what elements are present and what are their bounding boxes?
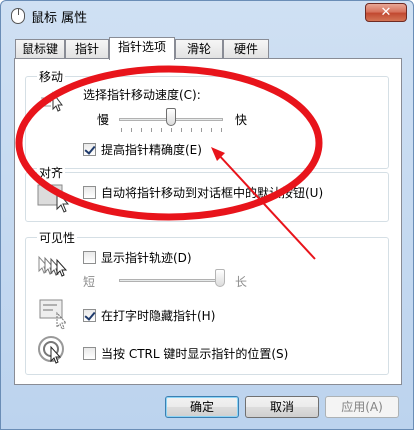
show-location-label[interactable]: 当按 CTRL 键时显示指针的位置(S) (101, 345, 288, 362)
mouse-icon (11, 8, 25, 24)
short-label: 短 (83, 275, 96, 289)
hide-while-typing-checkbox[interactable] (83, 309, 96, 322)
trails-label[interactable]: 显示指针轨迹(D) (101, 249, 192, 266)
tick (151, 128, 152, 132)
trails-slider-track[interactable] (119, 279, 223, 282)
tick (191, 128, 192, 132)
speed-label: 选择指针移动速度(C): (83, 88, 201, 102)
slow-label: 慢 (97, 113, 110, 127)
snap-checkbox[interactable] (83, 186, 96, 199)
show-location-icon (38, 336, 64, 364)
apply-button[interactable]: 应用(A) (325, 396, 399, 418)
hide-while-typing-label[interactable]: 在打字时隐藏指针(H) (101, 307, 215, 324)
mouse-properties-window: 鼠标 属性 ✕ 鼠标键 指针 指针选项 滑轮 硬件 移动 选择指针移动速度(C)… (0, 0, 414, 430)
tick (221, 128, 222, 132)
tab-wheel[interactable]: 滑轮 (175, 39, 223, 58)
pointer-speed-icon (39, 91, 63, 112)
tab-pointer-options[interactable]: 指针选项 (109, 37, 175, 60)
tab-panel-pointer-options: 移动 选择指针移动速度(C): 慢 快 提高指针精确度(E) 对齐 自动将指针移… (14, 58, 402, 385)
tab-hardware[interactable]: 硬件 (223, 39, 269, 58)
tick (161, 128, 162, 132)
long-label: 长 (235, 275, 248, 289)
tick (211, 128, 212, 132)
tick (171, 128, 172, 132)
tick (121, 128, 122, 132)
trails-slider-thumb[interactable] (215, 269, 225, 287)
snap-to-icon (37, 184, 70, 213)
pointer-trails-icon (38, 255, 68, 277)
tab-pointers[interactable]: 指针 (65, 39, 109, 58)
show-location-checkbox[interactable] (83, 347, 96, 360)
speed-slider-thumb[interactable] (166, 108, 176, 126)
hide-pointer-icon (39, 299, 68, 330)
tick (131, 128, 132, 132)
motion-group-label: 移动 (37, 68, 66, 85)
visibility-group-label: 可见性 (37, 229, 78, 246)
fast-label: 快 (235, 113, 248, 127)
snap-group-label: 对齐 (37, 164, 66, 181)
tick (141, 128, 142, 132)
snap-label[interactable]: 自动将指针移动到对话框中的默认按钮(U) (101, 184, 323, 201)
precision-label[interactable]: 提高指针精确度(E) (101, 141, 202, 158)
ok-button[interactable]: 确定 (165, 396, 239, 418)
tick (201, 128, 202, 132)
trails-checkbox[interactable] (83, 251, 96, 264)
close-button[interactable]: ✕ (365, 3, 407, 22)
tab-buttons[interactable]: 鼠标键 (15, 39, 65, 58)
window-title: 鼠标 属性 (31, 11, 88, 26)
cancel-button[interactable]: 取消 (245, 396, 319, 418)
tick (181, 128, 182, 132)
motion-group (25, 76, 389, 169)
precision-checkbox[interactable] (83, 143, 96, 156)
title-bar[interactable]: 鼠标 属性 ✕ (1, 1, 413, 31)
